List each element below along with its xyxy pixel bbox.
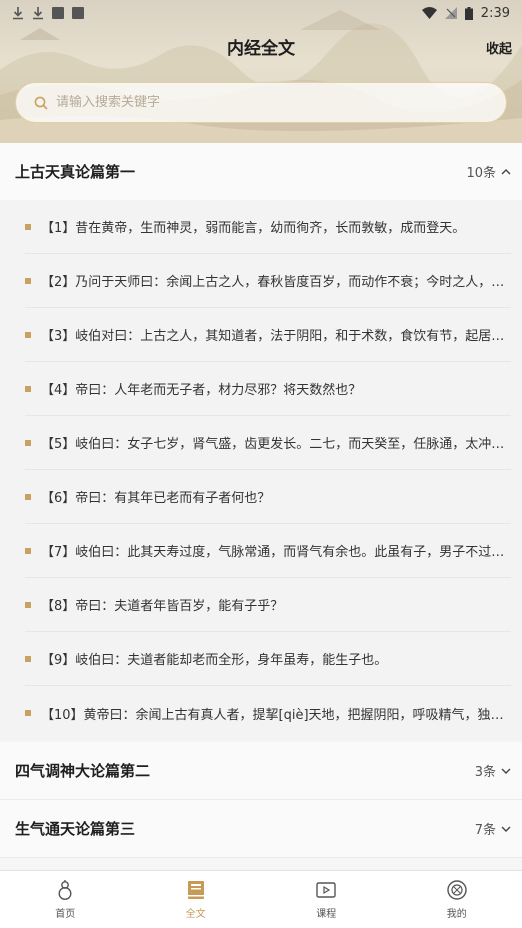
search-icon [34, 96, 48, 110]
chapter-count: 3条 [475, 761, 512, 780]
book-icon [187, 881, 204, 899]
signal-icon [444, 7, 457, 19]
list-item[interactable]: 【1】昔在黄帝，生而神灵，弱而能言，幼而徇齐，长而敦敏，成而登天。 [25, 200, 511, 254]
notification-icon [52, 7, 64, 19]
chapter-title: 四气调神大论篇第二 [15, 762, 151, 780]
tab-fulltext[interactable]: 全文 [131, 871, 262, 928]
chapter-header[interactable]: 生气通天论篇第三 7条 [0, 800, 522, 858]
chapter-count: 10条 [466, 162, 512, 181]
chapter-header[interactable]: 四气调神大论篇第二 3条 [0, 742, 522, 800]
chapter-title: 生气通天论篇第三 [15, 820, 136, 838]
chapter-count-text: 7条 [474, 823, 496, 838]
item-text: 【4】帝曰：人年老而无子者，材力尽邪？将天数然也？ [41, 383, 362, 398]
chapter-count-text: 3条 [474, 765, 496, 780]
video-icon [316, 882, 336, 898]
download-icon [33, 7, 43, 20]
battery-icon [464, 6, 473, 20]
bullet-icon [25, 439, 31, 446]
gourd-icon [58, 880, 72, 901]
item-text: 【2】乃问于天师曰：余闻上古之人，春秋皆度百岁，而动作不衰；今时之人，年半百而动… [41, 275, 507, 290]
item-text: 【7】岐伯曰：此其天寿过度，气脉常通，而肾气有余也。此虽有子，男子不过尽八八，女… [41, 545, 507, 560]
tab-profile[interactable]: 我的 [392, 871, 522, 928]
chapter-title: 上古天真论篇第一 [15, 163, 136, 181]
tab-course[interactable]: 课程 [261, 871, 392, 928]
tab-label: 我的 [446, 909, 467, 920]
chapter-count: 7条 [475, 819, 512, 838]
tab-home[interactable]: 首页 [0, 871, 131, 928]
bottom-navigation: 首页 全文 课程 我的 [0, 870, 522, 928]
collapse-button[interactable]: 收起 [486, 38, 512, 57]
list-item[interactable]: 【3】岐伯对曰：上古之人，其知道者，法于阴阳，和于术数，食饮有节，起居有常，不妄… [25, 308, 511, 362]
tab-label: 全文 [185, 909, 206, 920]
list-item[interactable]: 【2】乃问于天师曰：余闻上古之人，春秋皆度百岁，而动作不衰；今时之人，年半百而动… [25, 254, 511, 308]
item-text: 【1】昔在黄帝，生而神灵，弱而能言，幼而徇齐，长而敦敏，成而登天。 [41, 221, 466, 236]
wifi-icon [421, 7, 437, 19]
list-item[interactable]: 【8】帝曰：夫道者年皆百岁，能有子乎？ [25, 578, 511, 632]
status-time: 2:39 [480, 5, 510, 21]
bullet-icon [25, 385, 31, 392]
bullet-icon [25, 331, 31, 338]
chevron-down-icon [501, 826, 511, 832]
list-item[interactable]: 【7】岐伯曰：此其天寿过度，气脉常通，而肾气有余也。此虽有子，男子不过尽八八，女… [25, 524, 511, 578]
list-item[interactable]: 【6】帝曰：有其年已老而有子者何也？ [25, 470, 511, 524]
chapter-header[interactable]: 上古天真论篇第一 10条 [0, 143, 522, 201]
item-text: 【9】岐伯曰：夫道者能却老而全形，身年虽寿，能生子也。 [41, 653, 388, 668]
bullet-icon [25, 493, 31, 500]
bullet-icon [25, 547, 31, 554]
chevron-up-icon [501, 168, 511, 174]
item-text: 【5】岐伯曰：女子七岁，肾气盛，齿更发长。二七，而天癸至，任脉通，太冲脉盛，月事… [41, 437, 507, 452]
profile-icon [447, 880, 467, 900]
chapter-item-list: 【1】昔在黄帝，生而神灵，弱而能言，幼而徇齐，长而敦敏，成而登天。 【2】乃问于… [0, 200, 522, 741]
bullet-icon [25, 601, 31, 608]
bullet-icon [25, 710, 31, 716]
search-input[interactable] [56, 95, 476, 110]
status-bar: 2:39 [0, 0, 522, 26]
tab-label: 课程 [316, 909, 337, 920]
tab-label: 首页 [55, 909, 76, 920]
search-bar[interactable] [15, 82, 507, 123]
item-text: 【8】帝曰：夫道者年皆百岁，能有子乎？ [41, 599, 284, 614]
chapter-count-text: 10条 [466, 166, 496, 181]
download-icon [13, 7, 23, 20]
bullet-icon [25, 655, 31, 662]
bullet-icon [25, 277, 31, 284]
header: 2:39 内经全文 收起 [0, 0, 522, 143]
list-item[interactable]: 【4】帝曰：人年老而无子者，材力尽邪？将天数然也？ [25, 362, 511, 416]
page-title: 内经全文 [227, 39, 295, 59]
notification-icon [72, 7, 84, 19]
item-text: 【6】帝曰：有其年已老而有子者何也？ [41, 491, 271, 506]
item-text: 【3】岐伯对曰：上古之人，其知道者，法于阴阳，和于术数，食饮有节，起居有常，不妄… [41, 329, 507, 344]
list-item[interactable]: 【10】黄帝曰：余闻上古有真人者，提挈[qiè]天地，把握阴阳，呼吸精气，独立守… [25, 686, 511, 740]
chevron-down-icon [501, 768, 511, 774]
bullet-icon [25, 223, 31, 230]
item-text: 【10】黄帝曰：余闻上古有真人者，提挈[qiè]天地，把握阴阳，呼吸精气，独立守… [41, 707, 507, 723]
list-item[interactable]: 【5】岐伯曰：女子七岁，肾气盛，齿更发长。二七，而天癸至，任脉通，太冲脉盛，月事… [25, 416, 511, 470]
list-item[interactable]: 【9】岐伯曰：夫道者能却老而全形，身年虽寿，能生子也。 [25, 632, 511, 686]
